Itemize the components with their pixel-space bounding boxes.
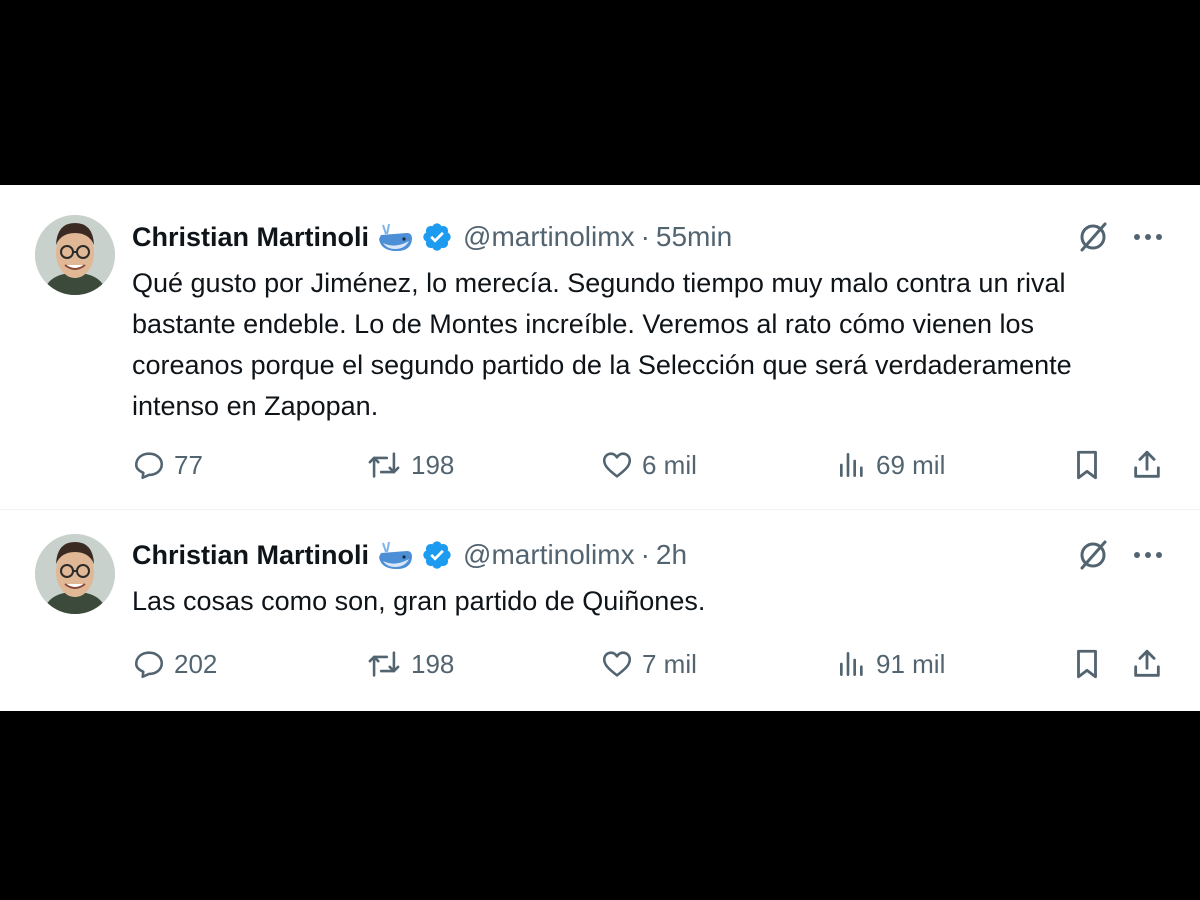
share-button[interactable] xyxy=(1130,443,1172,487)
whale-emoji-icon xyxy=(377,221,415,253)
verified-badge-icon xyxy=(421,221,453,253)
like-count: 6 mil xyxy=(642,449,697,480)
like-button[interactable]: 7 mil xyxy=(600,642,697,686)
timestamp[interactable]: 55min xyxy=(656,221,732,253)
avatar[interactable] xyxy=(35,534,115,614)
views-button[interactable]: 91 mil xyxy=(836,642,945,686)
repost-count: 198 xyxy=(411,648,455,679)
views-icon xyxy=(840,453,863,477)
repost-button[interactable]: 198 xyxy=(365,443,454,487)
bookmark-button[interactable] xyxy=(1072,642,1110,686)
tweet[interactable]: Christian Martinoli @martinolimx · 55min xyxy=(0,185,1200,509)
reply-count: 77 xyxy=(174,449,203,480)
share-icon xyxy=(1134,649,1160,677)
like-button[interactable]: 6 mil xyxy=(600,443,697,487)
tweet[interactable]: Christian Martinoli @martinolimx · 2h La… xyxy=(0,510,1200,710)
separator-dot: · xyxy=(640,539,650,570)
share-button[interactable] xyxy=(1130,642,1172,686)
author-handle[interactable]: @martinolimx xyxy=(463,539,635,571)
avatar[interactable] xyxy=(35,215,115,295)
whale-emoji-icon xyxy=(377,539,415,571)
reply-icon xyxy=(134,452,164,480)
view-count: 91 mil xyxy=(876,648,946,679)
timestamp[interactable]: 2h xyxy=(656,539,687,571)
heart-icon xyxy=(602,651,632,677)
share-icon xyxy=(1134,450,1160,478)
more-icon[interactable] xyxy=(1128,217,1168,257)
repost-button[interactable]: 198 xyxy=(365,642,454,686)
like-count: 7 mil xyxy=(642,648,697,679)
heart-icon xyxy=(602,452,632,478)
author-name[interactable]: Christian Martinoli xyxy=(132,540,369,571)
bookmark-icon xyxy=(1077,649,1097,679)
bookmark-button[interactable] xyxy=(1072,443,1110,487)
tweet-text: Las cosas como son, gran partido de Quiñ… xyxy=(132,586,706,616)
more-icon[interactable] xyxy=(1128,535,1168,575)
grok-icon[interactable] xyxy=(1073,217,1113,257)
verified-badge-icon xyxy=(421,539,453,571)
tweet-panel: Christian Martinoli @martinolimx · 55min xyxy=(0,185,1200,711)
repost-count: 198 xyxy=(411,449,455,480)
author-handle[interactable]: @martinolimx xyxy=(463,221,635,253)
repost-icon xyxy=(368,452,400,478)
reply-button[interactable]: 202 xyxy=(132,642,217,686)
reply-button[interactable]: 77 xyxy=(132,443,203,487)
bookmark-icon xyxy=(1077,450,1097,480)
tweet-header: Christian Martinoli @martinolimx · 2h xyxy=(132,533,687,577)
tweet-header: Christian Martinoli @martinolimx · 55min xyxy=(132,215,732,259)
reply-icon xyxy=(134,651,164,679)
view-count: 69 mil xyxy=(876,449,946,480)
views-button[interactable]: 69 mil xyxy=(836,443,945,487)
tweet-actions: 77 198 6 mil 69 mil xyxy=(0,443,1200,487)
views-icon xyxy=(840,652,863,676)
author-name[interactable]: Christian Martinoli xyxy=(132,222,369,253)
grok-icon[interactable] xyxy=(1073,535,1113,575)
reply-count: 202 xyxy=(174,648,218,679)
repost-icon xyxy=(368,651,400,677)
tweet-text: Qué gusto por Jiménez, lo merecía. Segun… xyxy=(132,268,1072,421)
separator-dot: · xyxy=(640,221,650,252)
tweet-actions: 202 198 7 mil 91 mil xyxy=(0,642,1200,686)
